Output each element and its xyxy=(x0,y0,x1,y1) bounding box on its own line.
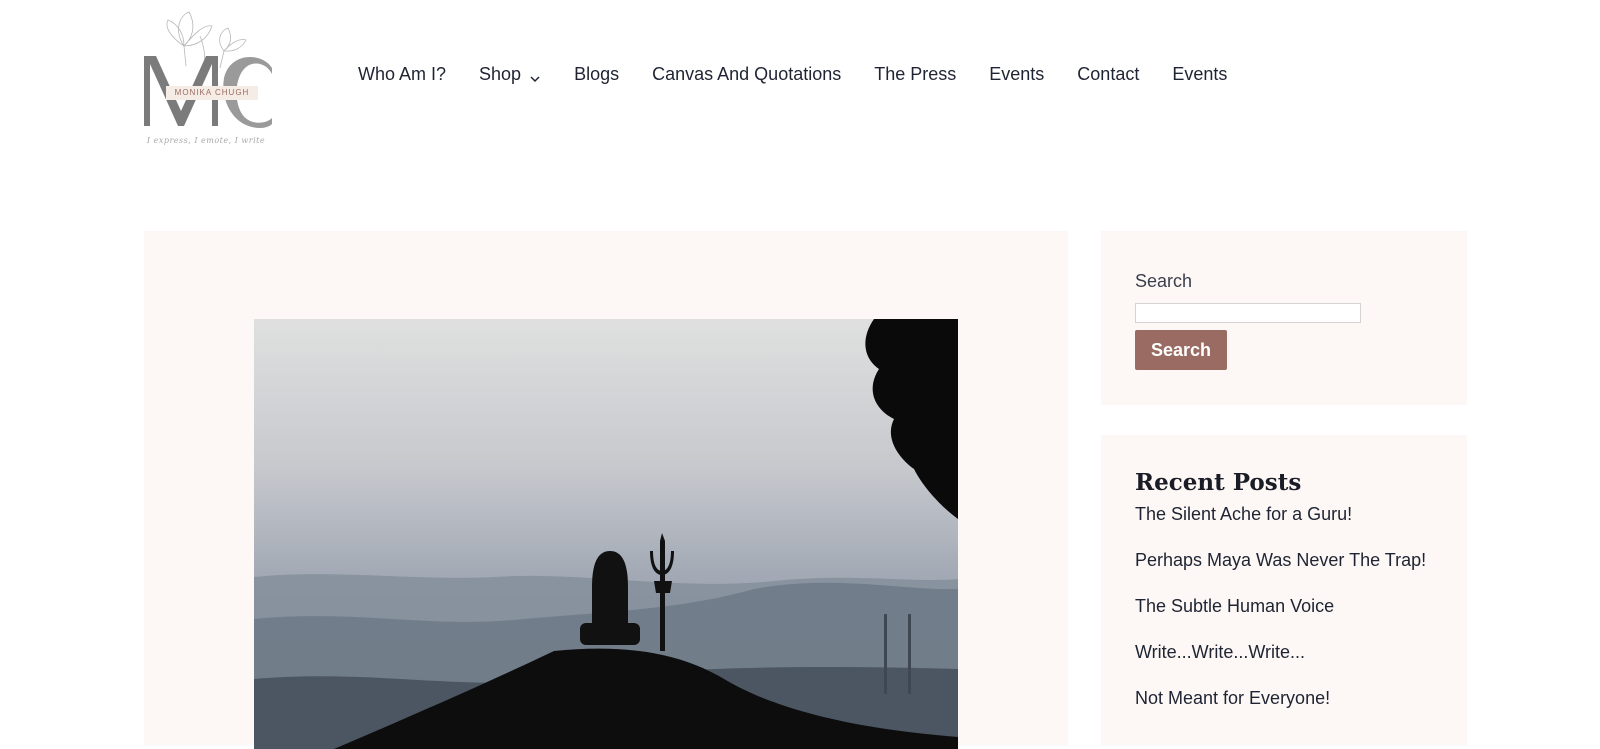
recent-post-link[interactable]: The Subtle Human Voice xyxy=(1135,595,1426,641)
nav-item-label: Blogs xyxy=(574,64,620,84)
recent-posts-list: The Silent Ache for a Guru! Perhaps Maya… xyxy=(1135,503,1426,733)
lotus-monogram-icon xyxy=(144,11,272,129)
nav-item-canvas-and-quotations[interactable]: Canvas And Quotations xyxy=(652,64,841,85)
nav-item-label: The Press xyxy=(874,64,957,84)
nav-item-label: Events xyxy=(1172,64,1228,84)
logo-tagline: I express, I emote, I write xyxy=(146,136,266,145)
nav-item-label: Events xyxy=(989,64,1045,84)
logo-name: MONIKA CHUGH xyxy=(166,86,258,100)
search-widget: Search Search xyxy=(1101,231,1467,405)
recent-posts-title: Recent Posts xyxy=(1135,469,1302,496)
nav-item-events-2[interactable]: Events xyxy=(1172,64,1227,85)
recent-post-link[interactable]: Not Meant for Everyone! xyxy=(1135,687,1426,733)
search-button[interactable]: Search xyxy=(1135,330,1227,370)
nav-item-events[interactable]: Events xyxy=(989,64,1044,85)
search-label: Search xyxy=(1135,271,1193,291)
site-logo[interactable]: MONIKA CHUGH I express, I emote, I write xyxy=(144,6,278,150)
main-navigation: Who Am I? Shop Blogs Canvas And Quotatio… xyxy=(358,64,1260,85)
recent-post-link[interactable]: Write...Write...Write... xyxy=(1135,641,1426,687)
nav-item-label: Who Am I? xyxy=(358,64,447,84)
site-header: MONIKA CHUGH I express, I emote, I write… xyxy=(0,0,1600,160)
nav-item-the-press[interactable]: The Press xyxy=(874,64,956,85)
shiva-lingam-trident-silhouette-image[interactable] xyxy=(254,319,958,749)
recent-posts-widget: Recent Posts The Silent Ache for a Guru!… xyxy=(1101,435,1467,745)
recent-post-link[interactable]: The Silent Ache for a Guru! xyxy=(1135,503,1426,549)
chevron-down-icon[interactable] xyxy=(529,69,541,82)
nav-item-contact[interactable]: Contact xyxy=(1077,64,1139,85)
search-input[interactable] xyxy=(1135,303,1361,323)
nav-item-label: Canvas And Quotations xyxy=(652,64,842,84)
nav-item-who-am-i[interactable]: Who Am I? xyxy=(358,64,446,85)
nav-item-blogs[interactable]: Blogs xyxy=(574,64,619,85)
nav-item-shop[interactable]: Shop xyxy=(479,64,541,85)
nav-item-label: Contact xyxy=(1077,64,1140,84)
recent-post-link[interactable]: Perhaps Maya Was Never The Trap! xyxy=(1135,549,1426,595)
nav-item-label: Shop xyxy=(479,64,522,84)
